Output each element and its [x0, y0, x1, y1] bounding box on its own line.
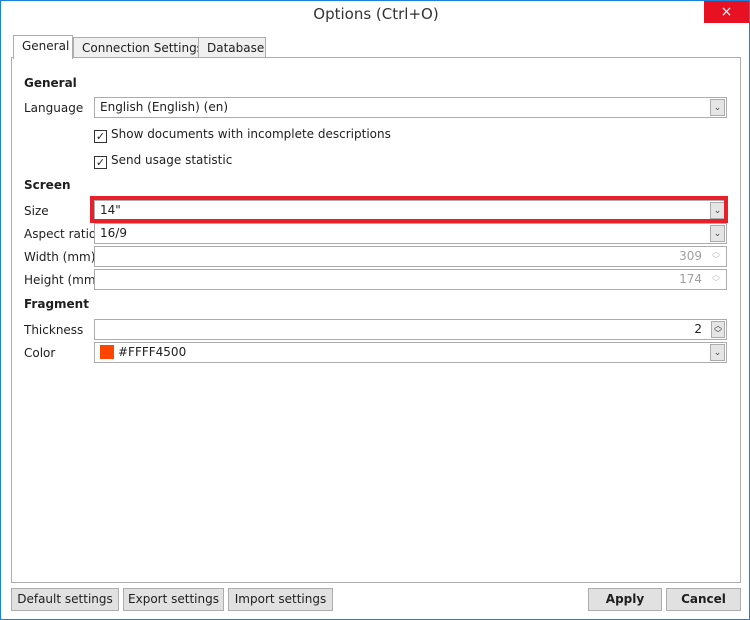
section-screen-header: Screen	[24, 178, 71, 192]
window-title: Options (Ctrl+O)	[313, 5, 439, 23]
width-label: Width (mm)	[24, 250, 96, 264]
thickness-label: Thickness	[24, 323, 84, 337]
thickness-input[interactable]: 2 ︿ ﹀	[94, 319, 727, 340]
cancel-button[interactable]: Cancel	[666, 588, 741, 611]
height-label: Height (mm)	[24, 273, 101, 287]
width-input: 309 ︿ ﹀	[94, 246, 727, 267]
export-settings-button[interactable]: Export settings	[123, 588, 224, 611]
tab-database[interactable]: Database	[198, 37, 266, 58]
height-input: 174 ︿ ﹀	[94, 269, 727, 290]
checkmark-icon: ✓	[94, 130, 107, 143]
aspect-ratio-label: Aspect ratio	[24, 227, 97, 241]
size-label: Size	[24, 204, 49, 218]
language-value: English (English) (en)	[100, 100, 229, 114]
close-button[interactable]: ×	[704, 1, 749, 23]
section-fragment-header: Fragment	[24, 297, 89, 311]
language-select[interactable]: English (English) (en) ⌄	[94, 97, 727, 118]
chevron-down-icon[interactable]: ⌄	[710, 202, 725, 219]
width-value: 309	[679, 249, 702, 263]
aspect-ratio-select[interactable]: 16/9 ⌄	[94, 223, 727, 244]
color-value: #FFFF4500	[118, 345, 187, 359]
color-label: Color	[24, 346, 56, 360]
chevron-down-icon[interactable]: ⌄	[710, 344, 725, 361]
close-icon: ×	[720, 4, 733, 20]
chevron-down-icon[interactable]: ⌄	[710, 225, 725, 242]
send-usage-label: Send usage statistic	[111, 153, 233, 167]
default-settings-button[interactable]: Default settings	[11, 588, 119, 611]
section-general-header: General	[24, 76, 77, 90]
tab-connection-settings[interactable]: Connection Settings	[73, 37, 203, 58]
spinner-icon: ︿ ﹀	[712, 247, 720, 264]
checkmark-icon: ✓	[94, 156, 107, 169]
chevron-down-icon[interactable]: ⌄	[710, 99, 725, 116]
spinner-icon: ︿ ﹀	[712, 270, 720, 287]
aspect-ratio-value: 16/9	[100, 226, 127, 240]
apply-button[interactable]: Apply	[588, 588, 662, 611]
thickness-value: 2	[694, 322, 702, 336]
import-settings-button[interactable]: Import settings	[228, 588, 333, 611]
language-label: Language	[24, 101, 84, 115]
height-value: 174	[679, 272, 702, 286]
spinner-icon[interactable]: ︿ ﹀	[711, 321, 725, 338]
color-select[interactable]: #FFFF4500 ⌄	[94, 342, 727, 363]
size-value: 14"	[100, 203, 121, 217]
show-documents-label: Show documents with incomplete descripti…	[111, 127, 391, 141]
options-window: Options (Ctrl+O) × General Connection Se…	[0, 0, 750, 620]
color-swatch	[100, 345, 114, 359]
send-usage-checkbox[interactable]: ✓ Send usage statistic	[94, 153, 232, 169]
tab-general[interactable]: General	[13, 35, 73, 59]
size-select[interactable]: 14" ⌄	[94, 200, 727, 221]
show-documents-checkbox[interactable]: ✓ Show documents with incomplete descript…	[94, 127, 391, 143]
